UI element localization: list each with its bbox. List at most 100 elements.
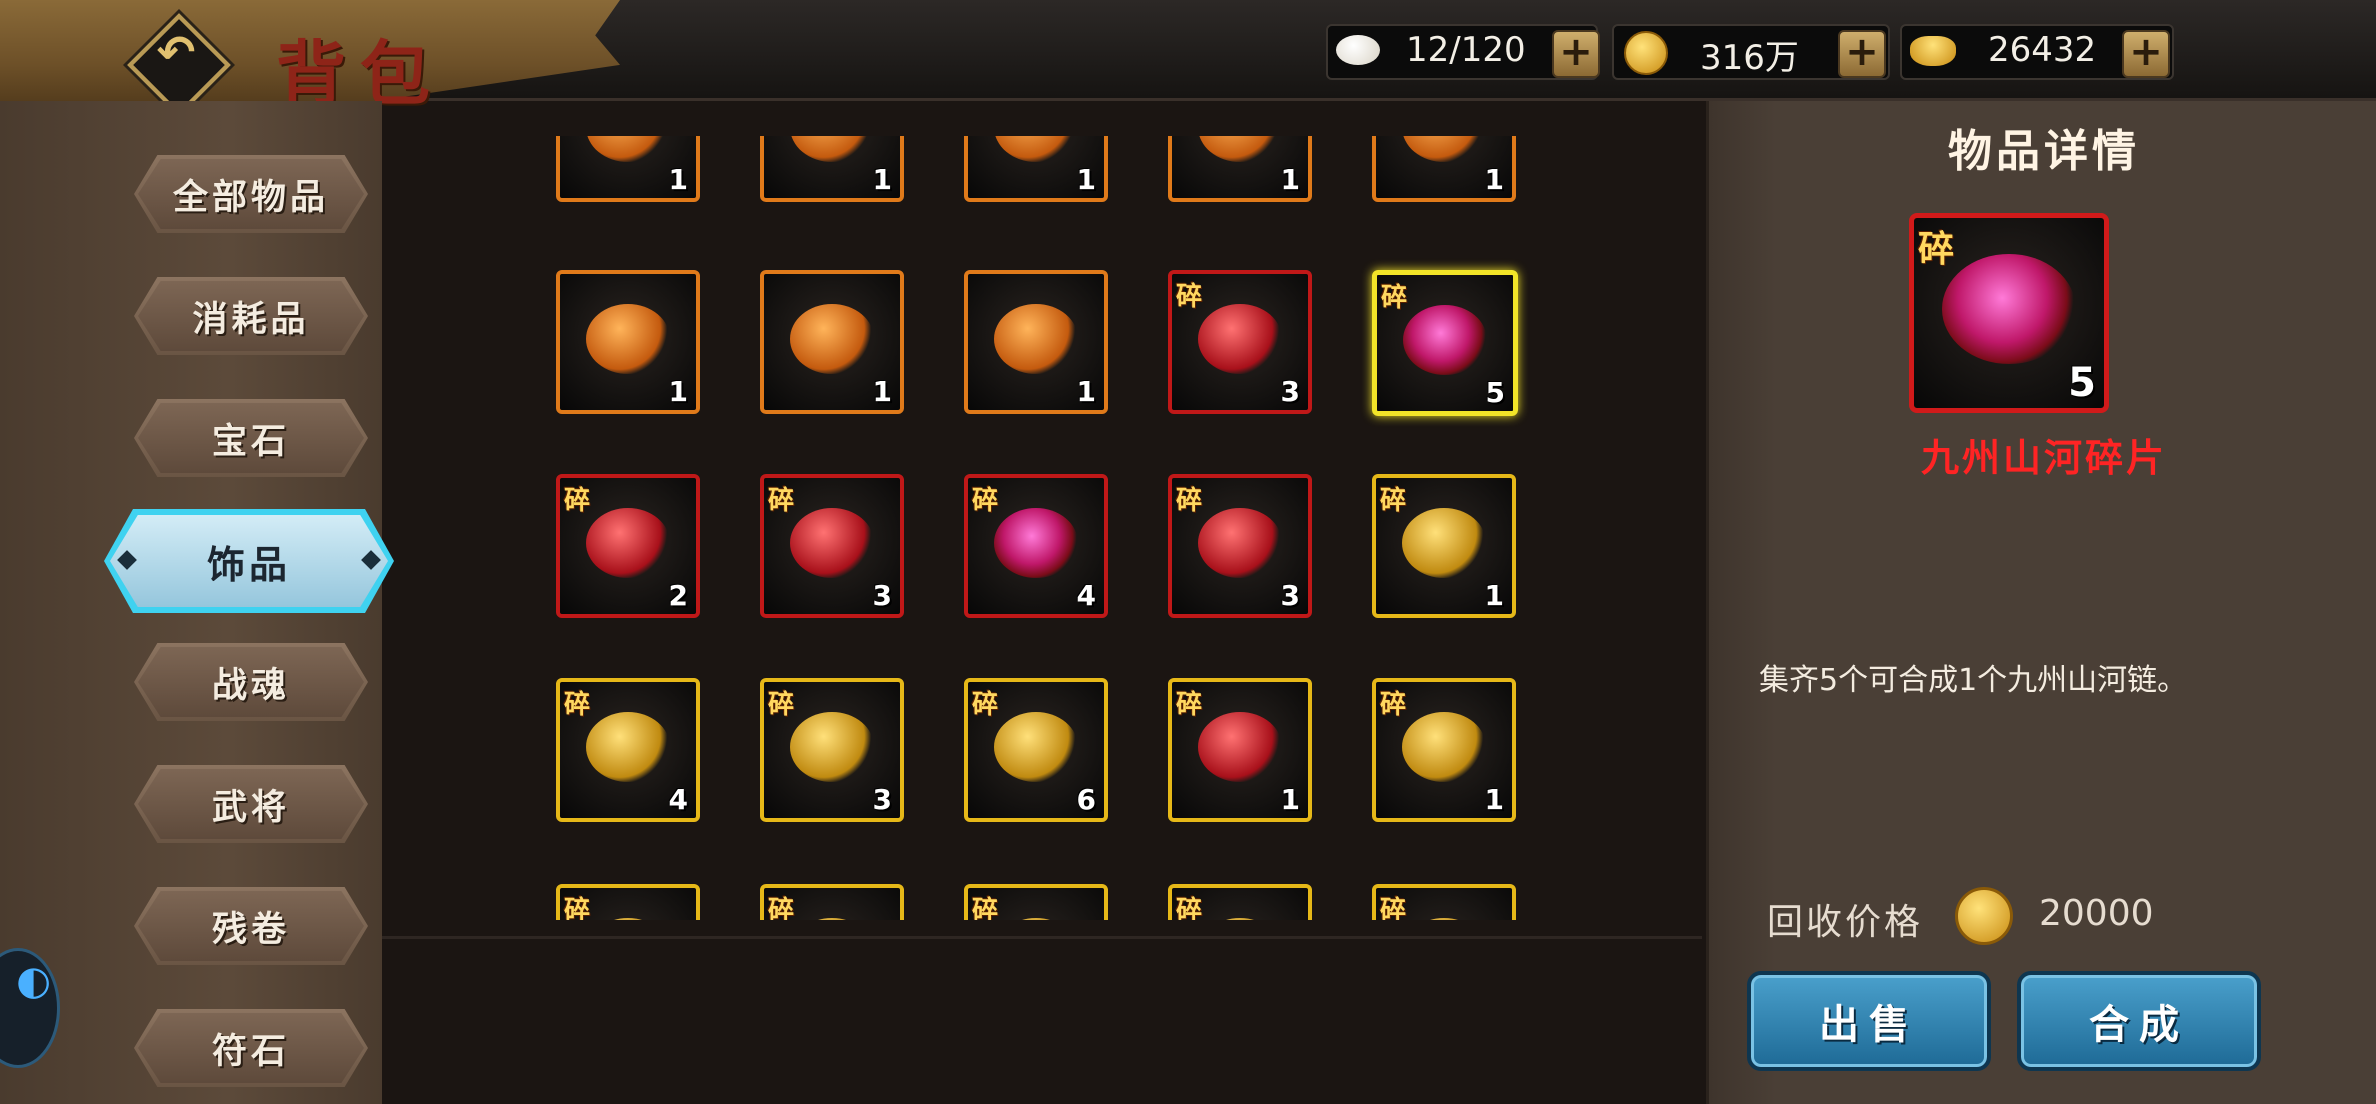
resource-ingot-value: 26432 [1988, 30, 2097, 70]
fragment-badge: 碎 [768, 486, 795, 516]
tab-war-souls[interactable]: 战魂 [134, 643, 368, 721]
item-slot[interactable]: 1 [1372, 136, 1516, 202]
item-artwork-icon [994, 712, 1078, 782]
resource-ingot: 26432 + [1900, 24, 2174, 80]
item-count: 3 [872, 579, 892, 612]
grid-divider [382, 936, 1702, 939]
resource-coin: 316万 + [1612, 24, 1890, 80]
tab-label: 残卷 [211, 909, 290, 950]
tab-label: 宝石 [211, 421, 290, 462]
item-count: 6 [1076, 783, 1096, 816]
item-slot[interactable]: 碎 [760, 884, 904, 920]
tab-label: 符石 [211, 1031, 290, 1072]
fragment-badge: 碎 [768, 896, 795, 920]
tab-consumables[interactable]: 消耗品 [134, 277, 368, 355]
gold-coin-icon [1955, 887, 2013, 945]
item-slot[interactable]: 碎3 [760, 678, 904, 822]
item-artwork-icon [790, 712, 874, 782]
item-slot[interactable]: 碎4 [556, 678, 700, 822]
tab-generals[interactable]: 武将 [134, 765, 368, 843]
item-artwork-icon [1198, 136, 1282, 162]
fragment-badge: 碎 [1176, 690, 1203, 720]
item-count: 3 [1280, 579, 1300, 612]
item-detail-panel: 物品详情 碎 5 九州山河碎片 集齐5个可合成1个九州山河链。 回收价格 200… [1706, 101, 2376, 1104]
item-slot[interactable]: 碎1 [1372, 678, 1516, 822]
tab-all-items[interactable]: 全部物品 [134, 155, 368, 233]
item-slot[interactable]: 碎6 [964, 678, 1108, 822]
detail-item-slot: 碎 5 [1909, 213, 2109, 413]
item-slot[interactable]: 1 [556, 270, 700, 414]
item-slot[interactable]: 碎1 [1372, 474, 1516, 618]
item-slot[interactable]: 碎 [1372, 884, 1516, 920]
item-count: 1 [872, 375, 892, 408]
resource-bun-value: 12/120 [1406, 30, 1526, 70]
gold-ingot-icon [1910, 36, 1956, 66]
item-slot[interactable]: 碎 [964, 884, 1108, 920]
item-count: 1 [1484, 579, 1504, 612]
tab-label: 战魂 [211, 665, 290, 706]
item-slot[interactable]: 1 [556, 136, 700, 202]
item-count: 3 [872, 783, 892, 816]
tab-label: 全部物品 [172, 177, 329, 218]
fragment-badge: 碎 [564, 690, 591, 720]
item-slot[interactable]: 碎3 [1168, 270, 1312, 414]
item-artwork-icon [994, 918, 1078, 920]
item-slot[interactable]: 碎5 [1372, 270, 1518, 416]
fragment-badge: 碎 [972, 690, 999, 720]
item-artwork-icon [1198, 712, 1282, 782]
tab-gems[interactable]: 宝石 [134, 399, 368, 477]
item-artwork-icon [994, 508, 1078, 578]
item-artwork-icon [790, 508, 874, 578]
fragment-badge: 碎 [972, 486, 999, 516]
fragment-badge: 碎 [768, 690, 795, 720]
item-artwork-icon [1403, 305, 1487, 375]
back-arrow-icon[interactable]: ↶ [148, 24, 204, 80]
steamed-bun-icon [1336, 35, 1380, 65]
fragment-badge: 碎 [1380, 486, 1407, 516]
item-slot[interactable]: 碎3 [1168, 474, 1312, 618]
item-slot[interactable]: 1 [964, 270, 1108, 414]
item-slot[interactable]: 碎1 [1168, 678, 1312, 822]
resource-coin-value: 316万 [1700, 38, 1799, 78]
item-artwork-icon [1402, 136, 1486, 162]
item-slot[interactable]: 碎 [1168, 884, 1312, 920]
item-slot[interactable]: 碎 [556, 884, 700, 920]
item-slot[interactable]: 碎2 [556, 474, 700, 618]
item-count: 1 [1280, 163, 1300, 196]
item-slot[interactable]: 1 [760, 270, 904, 414]
tab-scrolls[interactable]: 残卷 [134, 887, 368, 965]
recycle-price-value: 20000 [2039, 893, 2154, 934]
add-bun-button[interactable]: + [1552, 30, 1600, 78]
item-count: 1 [872, 163, 892, 196]
item-count: 1 [668, 375, 688, 408]
tab-label: 武将 [211, 787, 290, 828]
item-slot[interactable]: 1 [760, 136, 904, 202]
compose-button[interactable]: 合成 [2017, 971, 2261, 1071]
item-count: 5 [1485, 376, 1505, 409]
item-artwork-icon [1198, 508, 1282, 578]
fragment-badge: 碎 [1176, 282, 1203, 312]
fragment-badge: 碎 [1380, 690, 1407, 720]
tab-runes[interactable]: 符石 [134, 1009, 368, 1087]
gold-coin-icon [1624, 31, 1668, 75]
item-artwork-icon [586, 136, 670, 162]
item-artwork-icon [1942, 254, 2076, 364]
tab-accessories[interactable]: 饰品 [104, 509, 394, 613]
item-slot[interactable]: 碎3 [760, 474, 904, 618]
item-artwork-icon [586, 918, 670, 920]
item-artwork-icon [1198, 304, 1282, 374]
category-sidebar: 全部物品 消耗品 宝石 饰品 战魂 武将 残卷 符石 [0, 101, 394, 1104]
add-ingot-button[interactable]: + [2122, 30, 2170, 78]
item-slot[interactable]: 1 [964, 136, 1108, 202]
add-coin-button[interactable]: + [1838, 30, 1886, 78]
item-slot[interactable]: 碎4 [964, 474, 1108, 618]
item-artwork-icon [1198, 918, 1282, 920]
item-artwork-icon [586, 304, 670, 374]
item-slot[interactable]: 1 [1168, 136, 1312, 202]
item-artwork-icon [994, 136, 1078, 162]
fragment-badge: 碎 [1381, 283, 1408, 313]
item-count: 5 [2068, 360, 2096, 406]
recycle-price-label: 回收价格 [1767, 902, 1924, 943]
item-artwork-icon [790, 136, 874, 162]
sell-button[interactable]: 出售 [1747, 971, 1991, 1071]
